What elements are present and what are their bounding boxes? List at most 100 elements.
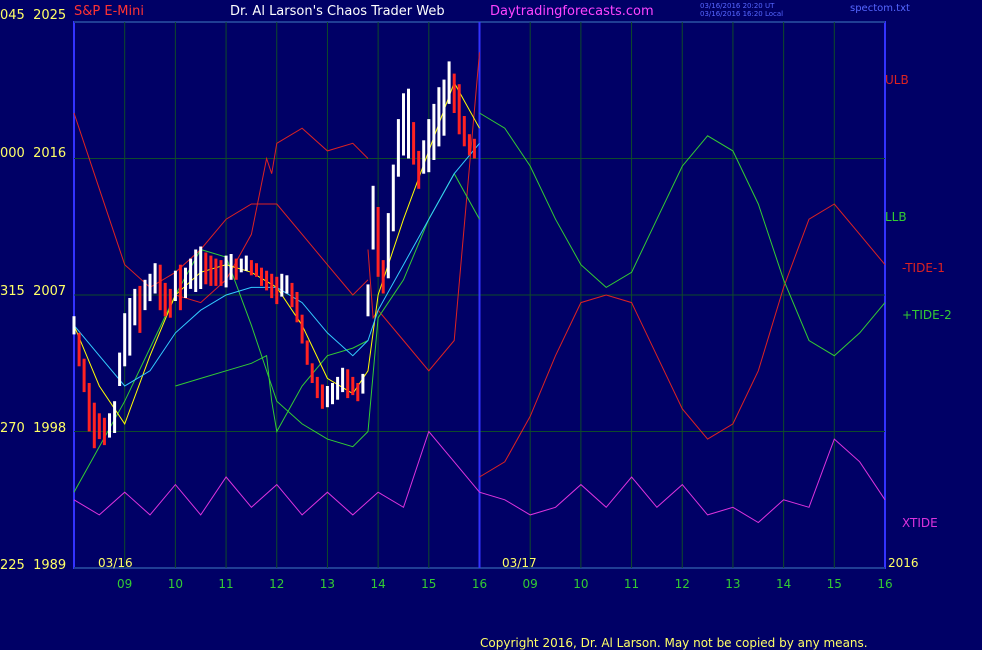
price-bar	[391, 164, 395, 232]
price-bar	[285, 275, 289, 294]
price-bar	[244, 255, 248, 271]
angle-label: 225	[0, 558, 25, 573]
price-bar	[331, 383, 334, 405]
price-bar	[300, 314, 304, 344]
angle-label: 270	[0, 421, 25, 436]
price-bar	[427, 119, 431, 173]
year-label: 2016	[888, 556, 919, 570]
angle-label: 315	[0, 284, 25, 299]
price-bar	[366, 284, 370, 317]
x-tick-label: 13	[725, 577, 740, 591]
price-bar	[219, 260, 223, 286]
price-bar	[87, 383, 91, 432]
price-bar	[462, 116, 466, 147]
price-bar	[346, 369, 350, 399]
price-bar	[214, 258, 218, 286]
price-bar	[163, 282, 167, 317]
price-bar	[158, 264, 162, 311]
price-bar	[325, 386, 329, 408]
price-bar	[209, 255, 213, 286]
x-tick-label: 11	[624, 577, 639, 591]
price-bar	[143, 279, 147, 311]
x-tick-label: 15	[421, 577, 436, 591]
y-tick-label: 045 2025	[0, 8, 70, 23]
date-label-day2: 03/17	[502, 556, 537, 570]
price-bar	[402, 93, 405, 156]
price-bar	[260, 267, 263, 286]
price-bar	[194, 249, 198, 292]
price-bar	[280, 273, 284, 297]
price-bar	[290, 282, 294, 308]
x-tick-label: 13	[320, 577, 335, 591]
price-bar	[173, 270, 177, 301]
price-bar	[255, 263, 258, 277]
price-bar	[381, 260, 385, 294]
price-bar	[310, 363, 314, 383]
x-tick-label: 16	[877, 577, 892, 591]
tide2-label: +TIDE-2	[902, 308, 952, 322]
price-label: 1989	[33, 558, 67, 573]
price-label: 2016	[33, 146, 67, 161]
price-bar	[92, 402, 96, 449]
price-bar	[108, 413, 111, 438]
price-label: 2025	[33, 8, 67, 23]
x-tick-label: 15	[827, 577, 842, 591]
price-bar	[178, 264, 182, 311]
price-bar	[442, 79, 446, 136]
price-bar	[386, 213, 390, 279]
price-bar	[249, 260, 253, 276]
x-tick-label: 12	[675, 577, 690, 591]
price-bar	[417, 150, 421, 189]
chart-canvas: 09 10 11 12 13 14 15 16 09 10 11 12 13 14 15 16	[72, 21, 893, 591]
price-bar	[376, 207, 380, 277]
x-tick-label: 12	[269, 577, 284, 591]
x-tick-label: 09	[523, 577, 538, 591]
llb-label: LLB	[885, 210, 907, 224]
price-bar	[224, 255, 228, 288]
price-bar	[168, 288, 172, 318]
x-tick-label: 10	[573, 577, 588, 591]
price-bar	[305, 340, 309, 365]
angle-label: 000	[0, 146, 25, 161]
price-bar	[407, 88, 410, 159]
price-bar	[189, 258, 193, 289]
price-bar	[341, 367, 345, 393]
x-tick-label: 09	[117, 577, 132, 591]
y-tick-label: 270 1998	[0, 421, 70, 436]
price-bar	[396, 119, 400, 177]
price-bar	[133, 288, 137, 326]
timestamp-local: 03/16/2016 16:20 Local	[700, 10, 784, 18]
price-bar	[77, 332, 81, 367]
y-tick-label: 225 1989	[0, 558, 70, 573]
y-tick-label: 000 2016	[0, 146, 70, 161]
price-bar	[128, 298, 132, 356]
price-bar	[184, 267, 187, 298]
price-bar	[199, 246, 203, 289]
price-bar	[315, 376, 319, 399]
price-bar	[234, 258, 238, 280]
price-bar	[72, 316, 76, 335]
price-bar	[412, 122, 416, 165]
price-bar	[270, 273, 274, 299]
x-tick-label: 16	[472, 577, 487, 591]
price-bar	[422, 140, 426, 174]
x-tick-label: 14	[370, 577, 385, 591]
x-tick-label: 10	[168, 577, 183, 591]
xtide-label: XTIDE	[902, 516, 938, 530]
price-bar	[118, 352, 122, 386]
site-title: Dr. Al Larson's Chaos Trader Web	[230, 4, 445, 19]
price-bar	[351, 376, 355, 396]
price-bar	[97, 413, 101, 440]
price-bar	[113, 401, 117, 433]
ulb-label: ULB	[885, 73, 909, 87]
price-bar	[467, 134, 471, 156]
instrument-title: S&P E-Mini	[74, 4, 144, 19]
price-bar	[452, 73, 456, 113]
price-bar	[320, 384, 324, 409]
price-bar	[472, 138, 476, 159]
y-tick-label: 315 2007	[0, 284, 70, 299]
price-bar	[336, 376, 340, 400]
price-label: 1998	[33, 421, 67, 436]
date-label-day1: 03/16	[98, 556, 133, 570]
price-bar	[371, 185, 375, 250]
